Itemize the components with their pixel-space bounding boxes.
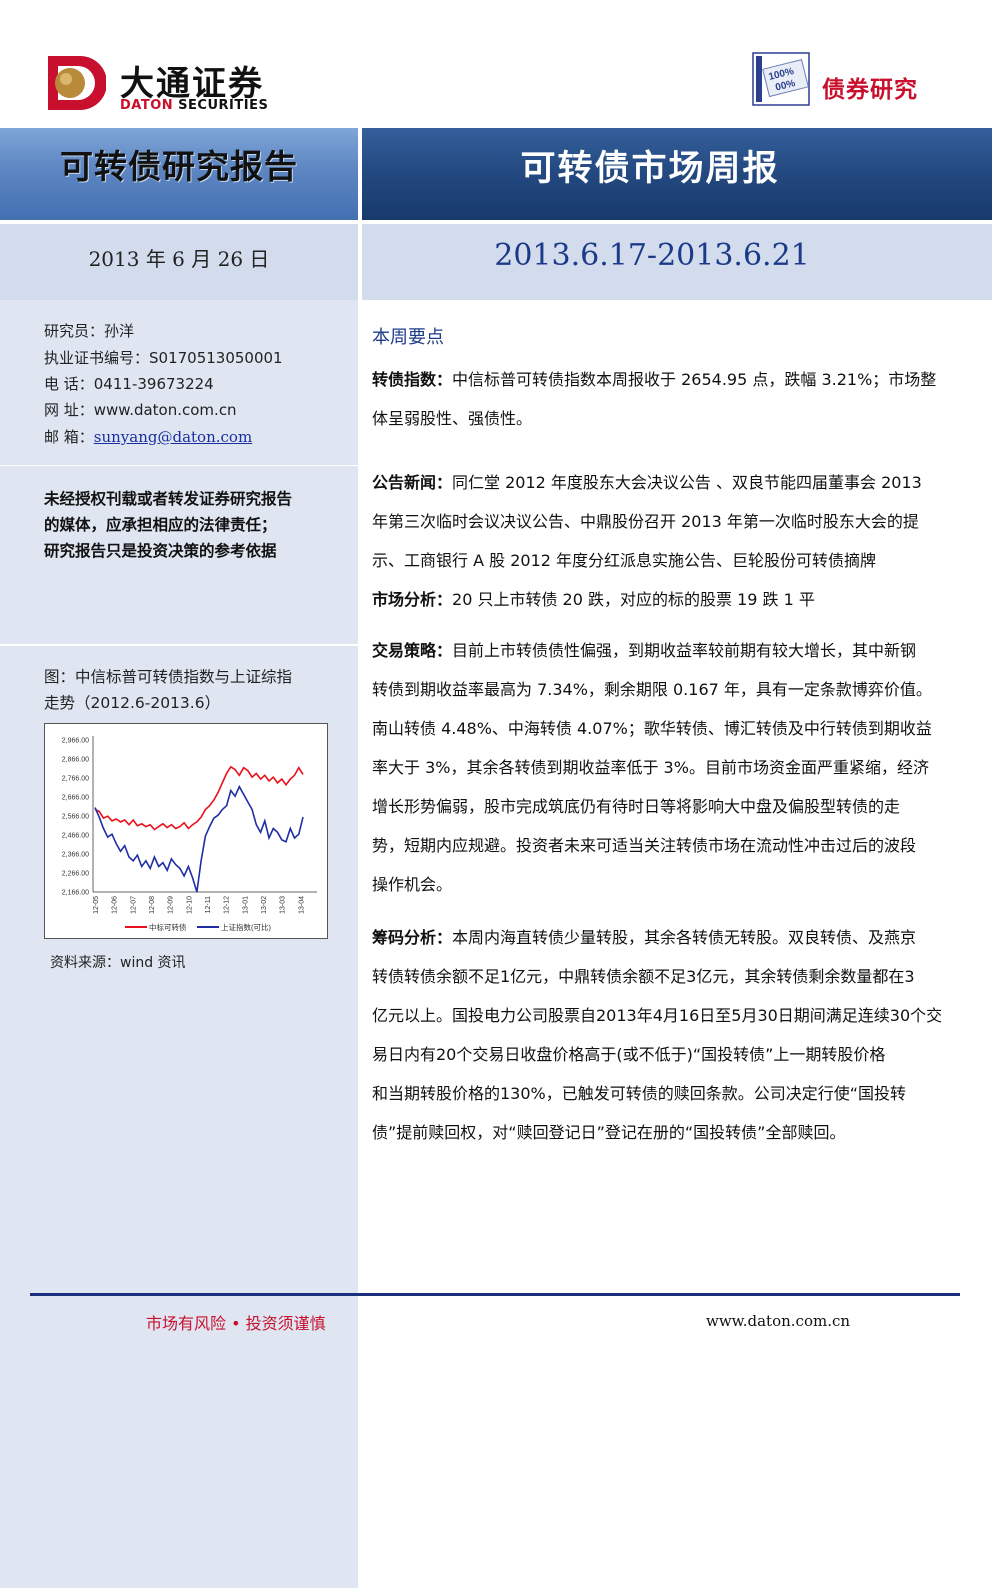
footer-rule	[30, 1293, 960, 1296]
x-tick-label: 13-04	[298, 896, 305, 914]
brand-name-en: DATON SECURITIES	[120, 98, 269, 113]
section-text: 增长形势偏弱，股市完成筑底仍有待时日等将影响大中盘及偏股型转债的走	[372, 797, 901, 816]
y-tick-label: 2,266.00	[62, 871, 89, 878]
y-tick-label: 2,866.00	[62, 757, 89, 764]
section-text: 操作机会。	[372, 875, 453, 894]
x-tick-label: 12-05	[93, 896, 100, 914]
x-tick-label: 13-02	[261, 896, 268, 914]
section-text: 债”提前赎回权，对“赎回登记日”登记在册的“国投转债”全部赎回。	[372, 1123, 846, 1142]
section-text: 势，短期内应规避。投资者未来可适当关注转债市场在流动性冲击过后的波段	[372, 836, 917, 855]
y-tick-label: 2,366.00	[62, 852, 89, 859]
y-tick-label: 2,966.00	[62, 738, 89, 745]
section-announcements: 公告新闻：同仁堂 2012 年度股东大会决议公告 、双良节能四届董事会 2013…	[372, 470, 964, 587]
report-date: 2013 年 6 月 26 日	[88, 247, 270, 271]
email-row: 邮 箱：sunyang@daton.com	[44, 428, 253, 446]
x-tick-label: 12-12	[224, 896, 231, 914]
section-label: 筹码分析：	[372, 928, 453, 947]
section-text: 亿元以上。国投电力公司股票自2013年4月16日至5月30日期间满足连续30个交	[372, 1006, 943, 1025]
disclaimer-line: 研究报告只是投资决策的参考依据	[44, 542, 277, 560]
section-text: 转债到期收益率最高为 7.34%，剩余期限 0.167 年，具有一定条款博弈价值…	[372, 680, 932, 699]
y-tick-label: 2,766.00	[62, 776, 89, 783]
y-tick-label: 2,466.00	[62, 833, 89, 840]
figure-caption: 图：中信标普可转债指数与上证综指	[44, 668, 293, 686]
section-text: 率大于 3%，其余各转债到期收益率低于 3%。目前市场资金面严重紧缩，经济	[372, 758, 929, 777]
section-text: 和当期转股价格的130%，已触发可转债的赎回条款。公司决定行使“国投转	[372, 1084, 907, 1103]
report-name-title: 可转债市场周报	[520, 149, 780, 189]
bond-research-label: 债券研究	[822, 77, 918, 103]
phone-number: 电 话：0411-39673224	[44, 375, 214, 393]
cert-number: 执业证书编号：S0170513050001	[44, 349, 283, 367]
disclaimer-line: 的媒体，应承担相应的法律责任；	[44, 516, 277, 534]
analyst-name: 研究员：孙洋	[44, 322, 135, 340]
website: 网 址：www.daton.com.cn	[44, 401, 237, 419]
daton-logo-icon	[48, 56, 106, 110]
section-label: 市场分析：	[372, 590, 453, 609]
x-tick-label: 12-06	[112, 896, 119, 914]
series-line	[94, 765, 304, 831]
section-text: 中信标普可转债指数本周报收于 2654.95 点，跌幅 3.21%；市场整	[452, 370, 937, 389]
section-market-analysis: 市场分析：20 只上市转债 20 跌，对应的标的股票 19 跌 1 平	[372, 587, 964, 626]
section-text: 体呈弱股性、强债性。	[372, 409, 533, 428]
y-tick-label: 2,666.00	[62, 795, 89, 802]
sidebar-divider	[0, 644, 358, 646]
report-type-title: 可转债研究报告	[60, 147, 298, 186]
sidebar-divider	[0, 465, 358, 466]
footer-website[interactable]: www.daton.com.cn	[706, 1312, 850, 1330]
x-tick-label: 12-07	[130, 896, 137, 914]
x-tick-label: 13-01	[242, 896, 249, 914]
legend-label: 中标可转债	[149, 922, 187, 932]
section-trading-strategy: 交易策略：目前上市转债债性偏强，到期收益率较前期有较大增长，其中新钢 转债到期收…	[372, 638, 964, 911]
section-text: 同仁堂 2012 年度股东大会决议公告 、双良节能四届董事会 2013	[452, 473, 922, 492]
chart-canvas: 2,966.00 2,866.00 2,766.00 2,666.00 2,566.00…	[62, 736, 317, 932]
x-tick-label: 12-09	[168, 896, 175, 914]
email-link[interactable]: sunyang@daton.com	[94, 428, 252, 446]
y-tick-label: 2,566.00	[62, 814, 89, 821]
section-label: 转债指数：	[372, 370, 453, 389]
summary-title: 本周要点	[372, 327, 444, 348]
x-tick-label: 12-08	[149, 896, 156, 914]
section-text: 目前上市转债债性偏强，到期收益率较前期有较大增长，其中新钢	[452, 641, 917, 660]
x-tick-label: 13-03	[280, 896, 287, 914]
bond-research-badge-icon: 100% 00%	[752, 52, 810, 106]
section-chip-analysis: 筹码分析：本周内海直转债少量转股，其余各转债无转股。双良转债、及燕京 转债转债余…	[372, 925, 964, 1159]
section-label: 公告新闻：	[372, 473, 453, 492]
report-period: 2013.6.17-2013.6.21	[494, 238, 810, 273]
section-text: 示、工商银行 A 股 2012 年度分红派息实施公告、巨轮股份可转债摘牌	[372, 551, 877, 570]
section-text: 南山转债 4.48%、中海转债 4.07%；歌华转债、博汇转债及中行转债到期收益	[372, 719, 932, 738]
disclaimer-line: 未经授权刊载或者转发证券研究报告	[44, 490, 293, 508]
section-text: 易日内有20个交易日收盘价格高于(或不低于)“国投转债”上一期转股价格	[372, 1045, 886, 1064]
section-text: 本周内海直转债少量转股，其余各转债无转股。双良转债、及燕京	[452, 928, 917, 947]
section-text: 转债转债余额不足1亿元，中鼎转债余额不足3亿元，其余转债剩余数量都在3	[372, 967, 915, 986]
section-text: 20 只上市转债 20 跌，对应的标的股票 19 跌 1 平	[452, 590, 815, 609]
section-bond-index: 转债指数：中信标普可转债指数本周报收于 2654.95 点，跌幅 3.21%；市…	[372, 367, 964, 445]
section-text: 年第三次临时会议决议公告、中鼎股份召开 2013 年第一次临时股东大会的提	[372, 512, 919, 531]
series-line	[94, 784, 304, 893]
figure-caption: 走势（2012.6-2013.6）	[44, 694, 221, 712]
x-tick-label: 12-10	[186, 896, 193, 914]
footer-slogan: 市场有风险 • 投资须谨慎	[146, 1314, 326, 1333]
legend-label: 上证指数(可比)	[221, 922, 271, 932]
section-label: 交易策略：	[372, 641, 453, 660]
index-chart: 2,966.00 2,866.00 2,766.00 2,666.00 2,566.00…	[44, 723, 328, 939]
x-tick-label: 12-11	[205, 896, 212, 913]
data-source: 资料来源：wind 资讯	[50, 955, 186, 971]
y-tick-label: 2,166.00	[62, 890, 89, 897]
